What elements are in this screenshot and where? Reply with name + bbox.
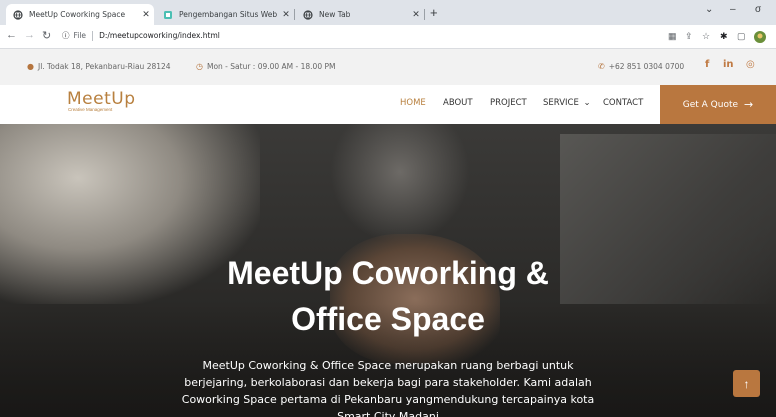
clock-icon: ◷ (196, 62, 203, 71)
hero-image-sleeve (330, 124, 470, 244)
nav-contact[interactable]: CONTACT (603, 98, 643, 108)
site-logo[interactable]: MeetUp Creative Management (67, 89, 136, 112)
address-bar: ← → ↻ ⓘ File D:/meetupcoworking/index.ht… (0, 25, 776, 49)
logo-name: MeetUp (67, 89, 136, 109)
chevron-down-icon: ⌄ (583, 98, 591, 108)
phone-info[interactable]: ✆ +62 851 0304 0700 (598, 62, 684, 71)
tab-pengembangan[interactable]: Pengembangan Situs Web Kusu ✕ (156, 4, 294, 25)
globe-icon (303, 9, 313, 20)
address-info: ● Jl. Todak 18, Pekanbaru-Riau 28124 (27, 62, 171, 71)
info-icon[interactable]: ⓘ (62, 30, 70, 41)
arrow-up-icon: ↑ (743, 376, 750, 391)
tab-divider (294, 9, 295, 20)
tab-strip: MeetUp Coworking Space ✕ Pengembangan Si… (0, 0, 776, 25)
tab-divider (424, 9, 425, 20)
nav-home[interactable]: HOME (400, 98, 426, 108)
facebook-icon[interactable]: f (705, 59, 709, 70)
hero-title-line2: Office Space (291, 301, 485, 337)
hero-desc-line: MeetUp Coworking & Office Space merupaka… (202, 359, 574, 372)
close-tab-icon[interactable]: ✕ (408, 10, 424, 20)
bookmark-star-icon[interactable]: ☆ (702, 31, 710, 42)
tab-title: New Tab (319, 10, 351, 19)
close-tab-icon[interactable]: ✕ (138, 10, 154, 20)
back-arrow-icon[interactable]: ← (6, 29, 17, 41)
translate-icon[interactable]: ▦ (668, 31, 677, 42)
forward-arrow-icon[interactable]: → (24, 29, 35, 41)
hours-text: Mon - Satur : 09.00 AM - 18.00 PM (206, 62, 336, 71)
get-quote-button[interactable]: Get A Quote → (660, 85, 776, 124)
phone-text: +62 851 0304 0700 (608, 62, 685, 71)
restore-button[interactable]: σ (755, 4, 761, 15)
url-text: D:/meetupcoworking/index.html (99, 31, 220, 40)
map-pin-icon: ● (27, 62, 34, 71)
globe-icon (13, 9, 23, 20)
hours-info: ◷ Mon - Satur : 09.00 AM - 18.00 PM (196, 62, 335, 71)
site-icon (163, 10, 173, 20)
nav-service[interactable]: SERVICE ⌄ (543, 98, 591, 108)
hero-section: MeetUp Coworking & Office Space MeetUp C… (0, 124, 776, 417)
sidebar-icon[interactable]: ▢ (737, 31, 746, 42)
phone-icon: ✆ (598, 62, 605, 71)
url-scheme: File (73, 31, 87, 40)
profile-avatar[interactable] (754, 31, 766, 45)
tab-search-icon[interactable]: ⌄ (705, 4, 713, 15)
hero-desc-line: Smart City Madani (337, 410, 439, 417)
get-quote-label: Get A Quote (682, 99, 739, 110)
url-field[interactable]: ⓘ File D:/meetupcoworking/index.html (62, 30, 220, 41)
linkedin-icon[interactable]: in (723, 59, 734, 70)
new-tab-button[interactable]: + (430, 5, 438, 20)
nav-project[interactable]: PROJECT (490, 98, 527, 108)
share-icon[interactable]: ⇪ (685, 31, 693, 42)
contact-info-bar: ● Jl. Todak 18, Pekanbaru-Riau 28124 ◷ M… (0, 49, 776, 85)
reload-icon[interactable]: ↻ (42, 29, 51, 42)
instagram-icon[interactable]: ◎ (746, 59, 755, 70)
hero-title-line1: MeetUp Coworking & (227, 255, 549, 291)
nav-about[interactable]: ABOUT (443, 98, 473, 108)
close-tab-icon[interactable]: ✕ (278, 10, 294, 20)
hero-description: MeetUp Coworking & Office Space merupaka… (180, 357, 596, 417)
address-text: Jl. Todak 18, Pekanbaru-Riau 28124 (37, 62, 171, 71)
tab-title: MeetUp Coworking Space (29, 10, 126, 19)
url-divider (92, 30, 94, 41)
scroll-to-top-button[interactable]: ↑ (733, 370, 760, 397)
extensions-icon[interactable]: ✱ (720, 31, 728, 42)
hero-desc-line: berjejaring, berkolaborasi dan bekerja b… (184, 376, 592, 389)
site-navbar: MeetUp Creative Management HOME ABOUT PR… (0, 85, 776, 124)
hero-desc-line: Coworking Space pertama di Pekanbaru yan… (181, 393, 595, 406)
tab-meetup[interactable]: MeetUp Coworking Space ✕ (6, 4, 154, 25)
tab-new[interactable]: New Tab ✕ (296, 4, 424, 25)
arrow-right-icon: → (744, 98, 754, 111)
minimize-button[interactable]: – (730, 4, 736, 15)
nav-service-label: SERVICE (543, 98, 579, 108)
tab-title: Pengembangan Situs Web Kusu (179, 10, 278, 19)
browser-window: MeetUp Coworking Space ✕ Pengembangan Si… (0, 0, 776, 417)
